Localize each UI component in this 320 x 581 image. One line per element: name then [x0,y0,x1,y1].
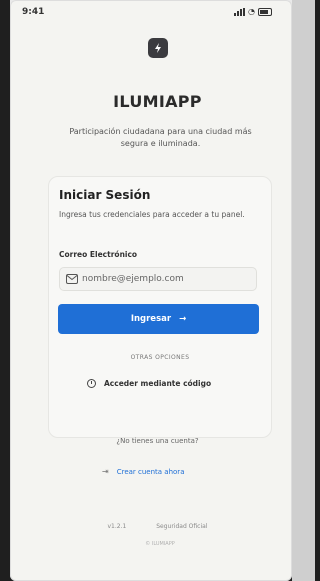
status-icons: ◔ [234,7,272,16]
app-logo-icon [148,38,168,58]
code-access-button[interactable]: Acceder mediante código [87,379,211,388]
secure-text: Seguridad Oficial [156,523,208,530]
signal-icon [234,7,246,16]
app-tagline: Participación ciudadana para una ciudad … [69,127,252,148]
email-field[interactable] [59,267,257,291]
create-account-link[interactable]: ⇥ Crear cuenta ahora [102,467,184,476]
no-account-prompt: ¿No tienes una cuenta? [116,437,199,445]
background-edge [292,0,315,581]
email-label: Correo Electrónico [59,250,138,259]
login-subtitle: Ingresa tus credenciales para acceder a … [59,210,245,219]
email-input[interactable] [82,274,252,284]
login-arrow-icon: ⇥ [102,467,109,476]
wifi-icon: ◔ [248,7,255,16]
version-text: v1.2.1 [107,523,127,530]
code-access-label: Acceder mediante código [104,379,212,388]
login-card: Iniciar Sesión Ingresa tus credenciales … [48,176,272,438]
app-title: ILUMIAPP [113,92,202,111]
mail-icon [66,274,78,284]
footer: v1.2.1 Seguridad Oficial [0,523,315,530]
footer-copyright: © ILUMIAPP [145,541,175,547]
arrow-right-icon: → [179,314,187,324]
clock-icon [87,379,96,388]
status-bar: 9:41 ◔ [22,7,272,21]
login-button-label: Ingresar [130,314,172,324]
status-time: 9:41 [22,7,45,17]
battery-icon [258,7,272,16]
other-options-label: OTRAS OPCIONES [130,354,190,361]
login-button[interactable]: Ingresar → [58,304,259,334]
login-title: Iniciar Sesión [59,188,151,202]
create-account-label: Crear cuenta ahora [116,467,185,476]
